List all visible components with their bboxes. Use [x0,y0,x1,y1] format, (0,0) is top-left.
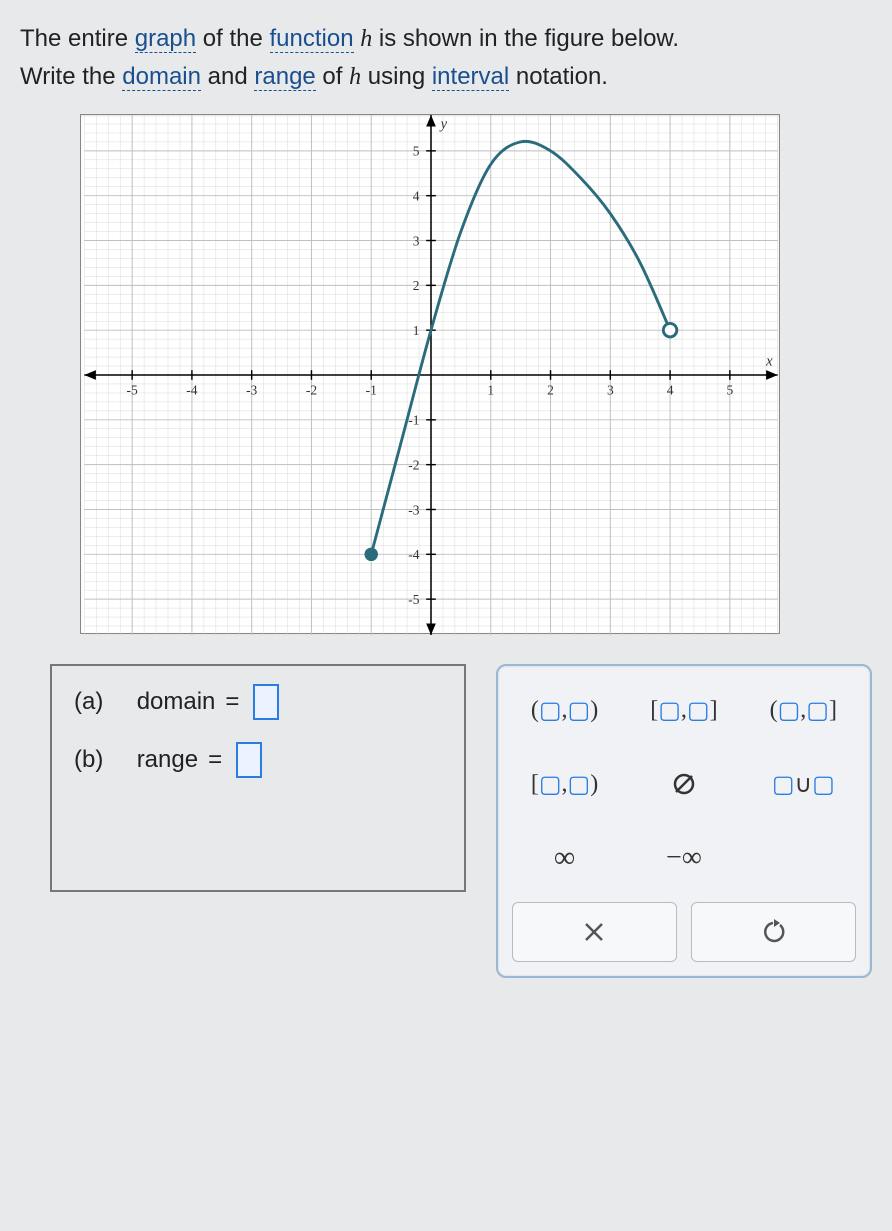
close-icon [583,921,605,943]
svg-text:5: 5 [413,144,420,159]
svg-text:-3: -3 [408,503,419,518]
svg-text:-2: -2 [306,383,317,398]
equals-b: = [208,746,222,774]
range-label: range [137,746,198,774]
key-negative-infinity[interactable]: −∞ [631,828,736,888]
key-empty-set[interactable] [631,754,736,814]
key-open-closed-interval[interactable]: (▢,▢] [751,680,856,740]
reset-icon [760,919,786,945]
part-b-label: (b) [74,746,103,774]
link-domain[interactable]: domain [122,63,201,91]
link-interval[interactable]: interval [432,63,509,91]
domain-label: domain [137,688,216,716]
clear-button[interactable] [512,902,677,962]
svg-text:5: 5 [726,383,733,398]
svg-text:-5: -5 [408,592,419,607]
key-open-open-interval[interactable]: (▢,▢) [512,680,617,740]
svg-text:3: 3 [413,234,420,249]
symbol-keypad: (▢,▢) [▢,▢] (▢,▢] [▢,▢) ▢∪▢ ∞ −∞ [496,664,872,978]
svg-text:-4: -4 [408,548,419,563]
link-function[interactable]: function [270,25,354,53]
svg-text:2: 2 [413,279,420,294]
key-infinity[interactable]: ∞ [512,828,617,888]
key-closed-closed-interval[interactable]: [▢,▢] [631,680,736,740]
key-blank [751,828,856,888]
svg-text:-4: -4 [186,383,197,398]
answer-panel: (a) domain = (b) range = [50,664,466,892]
svg-text:1: 1 [413,323,420,338]
reset-button[interactable] [691,902,856,962]
svg-text:4: 4 [413,189,420,204]
svg-text:2: 2 [547,383,554,398]
link-graph[interactable]: graph [135,25,196,53]
svg-text:1: 1 [487,383,494,398]
svg-text:-1: -1 [366,383,377,398]
svg-text:3: 3 [607,383,614,398]
key-closed-open-interval[interactable]: [▢,▢) [512,754,617,814]
link-range[interactable]: range [254,63,315,91]
svg-text:-5: -5 [127,383,138,398]
problem-prompt: The entire graph of the function h is sh… [20,20,872,96]
svg-text:x: x [765,354,773,370]
domain-input[interactable] [253,684,279,720]
svg-text:-1: -1 [408,413,419,428]
svg-text:-3: -3 [246,383,257,398]
svg-text:y: y [439,117,448,133]
equals-a: = [225,688,239,716]
function-graph: -5 -4 -3 -2 -1 1 2 3 4 5 -5 -4 -3 -2 -1 1 2 3 4 5 x y [80,114,780,634]
range-input[interactable] [236,742,262,778]
part-a-label: (a) [74,688,103,716]
svg-text:4: 4 [667,383,674,398]
key-union[interactable]: ▢∪▢ [751,754,856,814]
svg-text:-2: -2 [408,458,419,473]
